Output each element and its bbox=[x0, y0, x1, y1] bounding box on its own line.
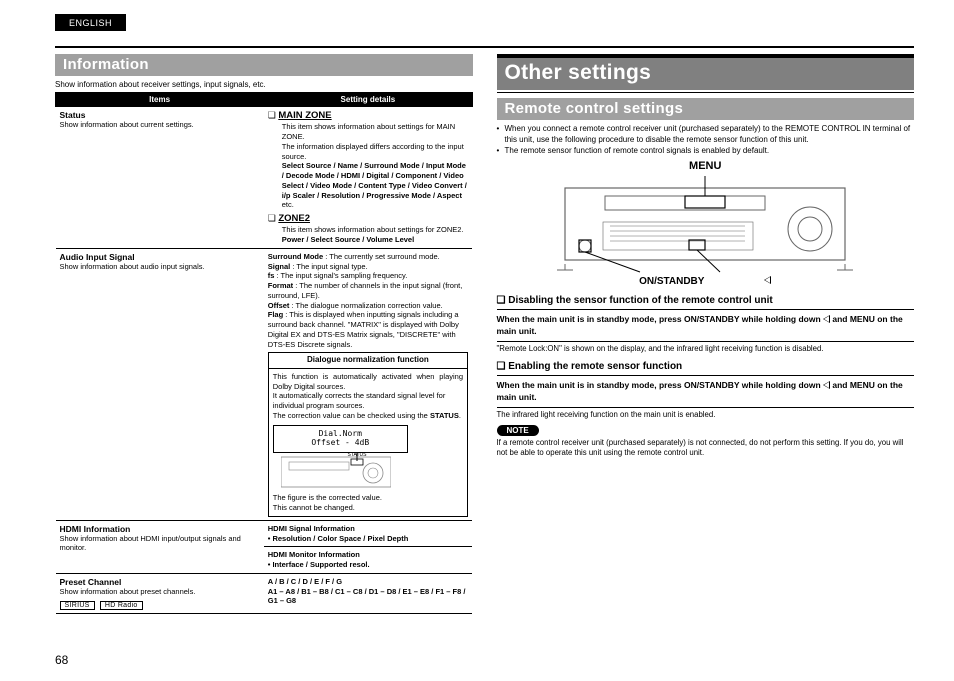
dnf-p3b: STATUS bbox=[430, 411, 459, 420]
right-column: Other settings Remote control settings W… bbox=[497, 54, 915, 614]
table-row: Status Show information about current se… bbox=[56, 107, 473, 249]
top-rule bbox=[55, 46, 914, 48]
dnf-p1: This function is automatically activated… bbox=[273, 372, 463, 392]
dnf-p3a: The correction value can be checked usin… bbox=[273, 411, 430, 420]
bar-d2: and bbox=[830, 380, 850, 390]
bar-c: while holding down bbox=[739, 314, 823, 324]
bar-a: When the main unit is in standby mode, p… bbox=[497, 314, 685, 324]
bar-a2: When the main unit is in standby mode, p… bbox=[497, 380, 685, 390]
information-intro: Show information about receiver settings… bbox=[55, 80, 473, 89]
dnf-fig: The figure is the corrected value. bbox=[273, 493, 463, 503]
dnf-p2: It automatically corrects the standard s… bbox=[273, 391, 463, 411]
bar-e2: MENU bbox=[850, 380, 875, 390]
hdmi-sig-title: HDMI Signal Information bbox=[268, 524, 468, 534]
zone2-title: ZONE2 bbox=[278, 213, 310, 224]
svg-text:STATUS: STATUS bbox=[347, 453, 367, 458]
t-signal: : The input signal type. bbox=[290, 262, 367, 271]
display-l1: Dial.Norm bbox=[279, 429, 402, 439]
note-pill: NOTE bbox=[497, 425, 539, 436]
note-text: If a remote control receiver unit (purch… bbox=[497, 438, 915, 458]
left-column: Information Show information about recei… bbox=[55, 54, 473, 614]
page-number: 68 bbox=[55, 653, 68, 667]
triangle-icon bbox=[823, 381, 830, 389]
preset-line1: A / B / C / D / E / F / G bbox=[268, 577, 468, 587]
preset-line2: A1 – A8 / B1 – B8 / C1 – C8 / D1 – D8 / … bbox=[268, 587, 468, 607]
dnf-title: Dialogue normalization function bbox=[268, 353, 467, 368]
hdmi-mon-line: • Interface / Supported resol. bbox=[268, 560, 468, 570]
instruction-disable: When the main unit is in standby mode, p… bbox=[497, 309, 915, 342]
zone2-bold: Power / Select Source / Volume Level bbox=[282, 235, 414, 244]
hdmi-mon-title: HDMI Monitor Information bbox=[268, 550, 468, 560]
col-details: Setting details bbox=[264, 93, 472, 107]
tag-sirius: SIRIUS bbox=[60, 601, 95, 610]
table-row: Audio Input Signal Show information abou… bbox=[56, 248, 473, 520]
dnf-p3c: . bbox=[459, 411, 461, 420]
heading-information: Information bbox=[55, 54, 473, 76]
menu-label: MENU bbox=[497, 160, 915, 172]
l-offset: Offset bbox=[268, 301, 290, 310]
hdmi-sig-line: • Resolution / Color Space / Pixel Depth bbox=[268, 534, 468, 544]
l-flag: Flag bbox=[268, 310, 283, 319]
l-signal: Signal bbox=[268, 262, 291, 271]
dnf-cannot: This cannot be changed. bbox=[273, 503, 463, 513]
mainzone-text1: This item shows information about settin… bbox=[282, 122, 455, 141]
item-status-desc: Show information about current settings. bbox=[60, 120, 260, 129]
item-preset-name: Preset Channel bbox=[60, 577, 260, 587]
instruction-enable: When the main unit is in standby mode, p… bbox=[497, 375, 915, 408]
triangle-icon bbox=[823, 315, 830, 323]
information-table: Items Setting details Status Show inform… bbox=[55, 92, 473, 614]
mainzone-title: MAIN ZONE bbox=[278, 110, 331, 121]
heading-remote-control: Remote control settings bbox=[497, 98, 915, 120]
heading-disabling: Disabling the sensor function of the rem… bbox=[497, 295, 915, 306]
t-format: : The number of channels in the input si… bbox=[268, 281, 463, 300]
bar-b: ON/STANDBY bbox=[684, 314, 739, 324]
l-format: Format bbox=[268, 281, 293, 290]
item-status-name: Status bbox=[60, 110, 260, 120]
heading-other-settings: Other settings bbox=[497, 58, 915, 90]
left-triangle-icon bbox=[764, 276, 771, 284]
item-audio-desc: Show information about audio input signa… bbox=[60, 262, 260, 271]
mainzone-text2: The information displayed differs accord… bbox=[282, 142, 464, 161]
t-flag: : This is displayed when inputting signa… bbox=[268, 310, 459, 348]
zone2-text: This item shows information about settin… bbox=[282, 225, 464, 234]
bar-c2: while holding down bbox=[739, 380, 823, 390]
tag-hdradio: HD Radio bbox=[100, 601, 143, 610]
item-hdmi-name: HDMI Information bbox=[60, 524, 260, 534]
bar-b2: ON/STANDBY bbox=[684, 380, 739, 390]
bar-d: and bbox=[830, 314, 850, 324]
heading-enabling: Enabling the remote sensor function bbox=[497, 361, 915, 372]
bullet-2: The remote sensor function of remote con… bbox=[497, 146, 915, 157]
col-items: Items bbox=[56, 93, 264, 107]
item-hdmi-desc: Show information about HDMI input/output… bbox=[60, 534, 260, 552]
t-offset: : The dialogue normalization correction … bbox=[289, 301, 442, 310]
table-row: Preset Channel Show information about pr… bbox=[56, 573, 473, 613]
display-box: Dial.Norm Offset - 4dB bbox=[273, 425, 408, 453]
bar-e: MENU bbox=[850, 314, 875, 324]
onstandby-label: ON/STANDBY bbox=[639, 276, 704, 287]
mainzone-etc: etc. bbox=[282, 200, 294, 209]
item-audio-name: Audio Input Signal bbox=[60, 252, 260, 262]
language-tab: ENGLISH bbox=[55, 14, 126, 31]
receiver-mini-icon: STATUS bbox=[281, 453, 391, 494]
bullet-1: When you connect a remote control receiv… bbox=[497, 124, 915, 146]
t-surround: : The currently set surround mode. bbox=[323, 252, 440, 261]
after-disable: "Remote Lock:ON" is shown on the display… bbox=[497, 344, 915, 353]
l-surround: Surround Mode bbox=[268, 252, 323, 261]
dnf-table: Dialogue normalization function This fun… bbox=[268, 352, 468, 516]
after-enable: The infrared light receiving function on… bbox=[497, 410, 915, 419]
item-preset-desc: Show information about preset channels. bbox=[60, 587, 260, 596]
mainzone-bold: Select Source / Name / Surround Mode / I… bbox=[282, 161, 467, 199]
table-row: HDMI Information Show information about … bbox=[56, 520, 473, 573]
t-fs: : The input signal's sampling frequency. bbox=[274, 271, 407, 280]
display-l2: Offset - 4dB bbox=[279, 438, 402, 448]
receiver-illustration bbox=[545, 174, 865, 274]
